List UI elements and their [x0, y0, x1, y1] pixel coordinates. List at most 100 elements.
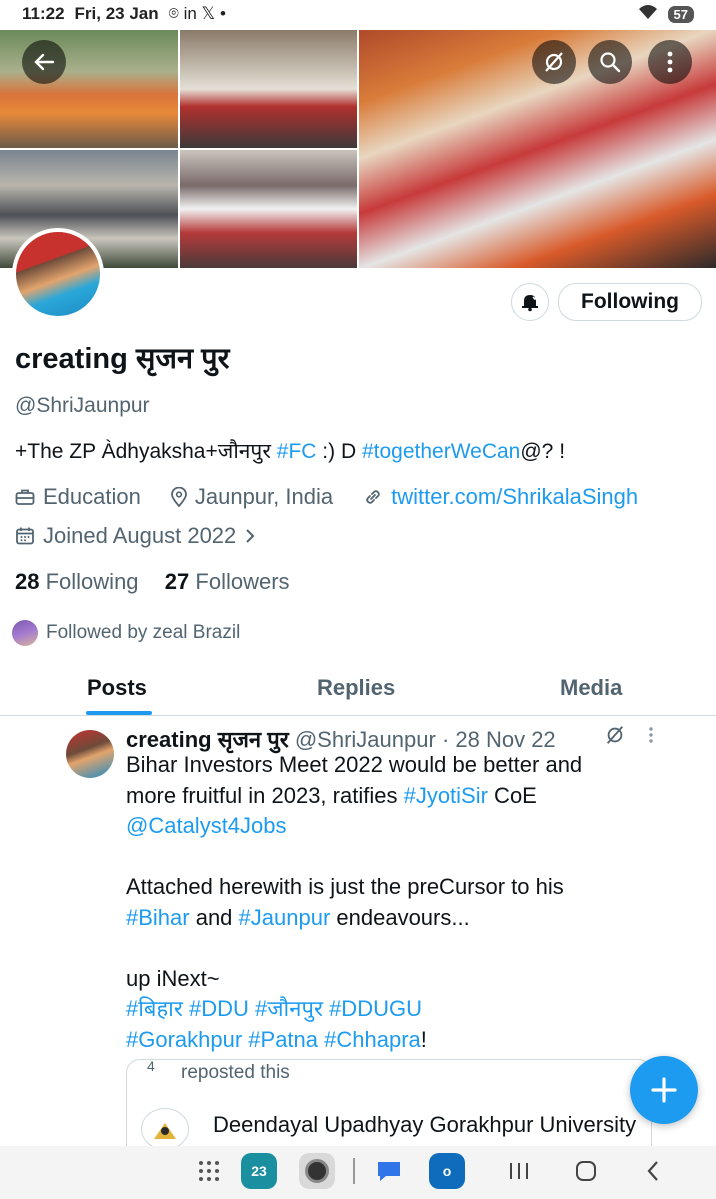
more-vertical-icon — [667, 51, 673, 73]
profile-joined-date: Joined August 2022 — [43, 523, 237, 548]
bio-text: :) D — [316, 440, 362, 463]
tab-media[interactable]: Media — [560, 675, 622, 701]
post-text-line: #Bihar and #Jaunpur endeavours... — [126, 903, 686, 934]
post-text-line: up iNext~ — [126, 964, 686, 995]
calendar-icon — [16, 527, 34, 545]
search-button[interactable] — [588, 40, 632, 84]
following-count-link[interactable]: 28 Following — [15, 569, 139, 594]
profile-joined-row[interactable]: Joined August 2022 — [15, 523, 256, 549]
notification-icons: ⌾ in 𝕏 • — [168, 4, 226, 23]
recent-apps-button[interactable] — [506, 1154, 532, 1188]
post-hashtag-link[interactable]: #JyotiSir — [404, 783, 488, 808]
post-hashtag-link[interactable]: @Catalyst4Jobs — [126, 813, 287, 838]
post-more-icon[interactable] — [648, 726, 654, 749]
more-options-button[interactable] — [648, 40, 692, 84]
home-button[interactable] — [573, 1154, 599, 1188]
status-bar: 11:22 Fri, 23 Jan ⌾ in 𝕏 • 57 — [0, 0, 716, 30]
post-text-line: @Catalyst4Jobs — [126, 811, 686, 842]
post-text-line: Attached herewith is just the preCursor … — [126, 872, 686, 903]
arrow-left-icon — [34, 53, 55, 71]
profile-name: creating सृजन पुर — [15, 343, 230, 375]
post-hashtag-link[interactable]: #बिहार #DDU #जौनपुर #DDUGU — [126, 996, 422, 1021]
university-logo — [141, 1108, 189, 1146]
followed-by-text: Followed by zeal Brazil — [46, 622, 241, 643]
quote-title: Deendayal Upadhyay Gorakhpur University — [213, 1112, 637, 1137]
chevron-right-icon — [246, 529, 255, 543]
follower-avatar — [12, 620, 38, 646]
camera-app-icon[interactable] — [298, 1153, 336, 1189]
status-time: 11:22 — [22, 4, 65, 23]
profile-bio: +The ZP Àdhyaksha+जौनपुर #FC :) D #toget… — [15, 437, 565, 465]
profile-tabs: Posts Replies Media — [0, 665, 716, 716]
post-date: · 28 Nov 22 — [441, 727, 556, 752]
post-author-name[interactable]: creating सृजन पुर — [126, 727, 289, 752]
system-navigation-bar: 23 o — [0, 1146, 716, 1199]
followers-count-link[interactable]: 27 Followers — [165, 569, 290, 594]
post-text-segment: Bihar Investors Meet 2022 would be bette… — [126, 752, 583, 777]
banner-photo — [179, 30, 357, 148]
post-text-segment: ! — [420, 1026, 427, 1052]
outlook-app-icon[interactable]: o — [428, 1153, 466, 1189]
notifications-button[interactable] — [511, 283, 549, 321]
post-text-line: more fruitful in 2023, ratifies #JyotiSi… — [126, 781, 686, 812]
post-text-line: #Gorakhpur #Patna #Chhapra! — [126, 1025, 686, 1056]
wifi-icon — [638, 4, 658, 25]
link-icon — [366, 490, 380, 504]
followers-count: 27 — [164, 569, 190, 594]
calendar-app-icon[interactable]: 23 — [240, 1153, 278, 1189]
profile-avatar[interactable] — [12, 228, 104, 320]
bio-hashtag-link[interactable]: #FC — [277, 440, 317, 463]
post-author-handle: @ShriJaunpur — [294, 727, 436, 752]
messages-app-icon[interactable] — [370, 1154, 408, 1188]
grok-button[interactable] — [532, 40, 576, 84]
location-pin-icon — [170, 487, 187, 507]
bio-text: @? ! — [520, 440, 566, 463]
back-button[interactable] — [22, 40, 66, 84]
banner-photo — [179, 150, 357, 268]
post-text-segment: and — [189, 904, 239, 930]
bio-text: +The ZP Àdhyaksha+जौनपुर — [15, 440, 277, 463]
profile-website-link[interactable]: twitter.com/ShrikalaSingh — [391, 484, 638, 510]
post-hashtag-link[interactable]: #Jaunpur — [239, 905, 331, 930]
repost-icon: 4 — [147, 1059, 155, 1074]
search-icon — [600, 52, 621, 73]
post-text-segment: more fruitful in 2023, ratifies — [126, 782, 404, 808]
quoted-post[interactable]: 4 reposted this Deendayal Upadhyay Gorak… — [126, 1059, 652, 1146]
following-count: 28 — [15, 569, 40, 594]
bio-hashtag-link[interactable]: #togetherWeCan — [362, 440, 520, 463]
post-hashtag-link[interactable]: #Bihar — [126, 905, 190, 930]
bell-check-icon — [522, 293, 540, 312]
followers-label: Followers — [195, 569, 290, 594]
post[interactable]: creating सृजन पुर @ShriJaunpur · 28 Nov … — [0, 716, 716, 1146]
post-hashtag-link[interactable]: #Gorakhpur #Patna #Chhapra — [126, 1027, 421, 1052]
back-nav-button[interactable] — [640, 1154, 666, 1188]
post-text-line — [126, 933, 686, 964]
post-author-avatar[interactable] — [66, 730, 114, 778]
post-text-line: Bihar Investors Meet 2022 would be bette… — [126, 750, 686, 781]
tab-posts[interactable]: Posts — [87, 675, 147, 701]
quote-repost-label: reposted this — [181, 1062, 290, 1083]
post-text: Bihar Investors Meet 2022 would be bette… — [126, 750, 686, 1055]
status-date: Fri, 23 Jan — [74, 4, 159, 23]
post-text-segment: up iNext~ — [126, 965, 220, 991]
active-tab-indicator — [86, 711, 152, 715]
grok-icon — [545, 52, 563, 72]
grok-post-icon[interactable] — [604, 724, 626, 752]
profile-handle: @ShriJaunpur — [15, 394, 150, 417]
tab-replies[interactable]: Replies — [317, 675, 395, 701]
followed-by[interactable]: Followed by zeal Brazil — [12, 620, 240, 646]
profile-meta-row: Education Jaunpur, India twitter.com/Shr… — [15, 484, 638, 510]
following-label: Following — [45, 569, 139, 594]
post-text-segment: CoE — [487, 782, 537, 808]
compose-button[interactable] — [630, 1056, 698, 1124]
briefcase-icon — [15, 489, 35, 505]
post-text-segment: Attached herewith is just the preCursor … — [126, 874, 564, 899]
follow-counts: 28 Following 27 Followers — [15, 569, 290, 595]
post-text-segment: endeavours... — [330, 904, 470, 930]
post-text-line: #बिहार #DDU #जौनपुर #DDUGU — [126, 994, 686, 1025]
following-button[interactable]: Following — [558, 283, 702, 321]
plus-icon — [651, 1077, 677, 1103]
profile-category: Education — [43, 484, 141, 509]
app-drawer-icon[interactable] — [196, 1154, 222, 1188]
battery-indicator: 57 — [667, 6, 694, 23]
